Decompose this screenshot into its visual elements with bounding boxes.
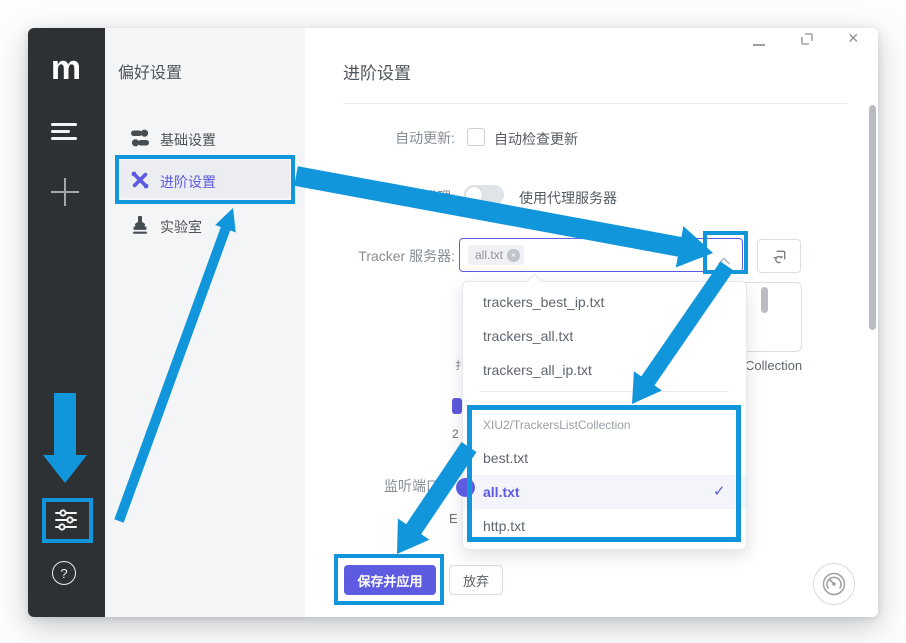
- title-divider: [343, 103, 847, 104]
- hidden-text-fragment: Collection: [745, 358, 802, 373]
- speed-limit-button[interactable]: [813, 563, 855, 605]
- proxy-toggle-label: 使用代理服务器: [519, 188, 617, 208]
- hidden-text-fragment: 2: [452, 427, 459, 441]
- motrix-logo: m: [46, 50, 86, 90]
- preferences-title: 偏好设置: [118, 59, 182, 83]
- refresh-trackers-button[interactable]: [757, 239, 801, 273]
- basic-settings-icon: [130, 128, 150, 148]
- dropdown-item[interactable]: trackers_best_ip.txt: [463, 285, 746, 319]
- auto-update-label: 自动更新:: [375, 128, 455, 148]
- hidden-chip-fragment: [452, 398, 462, 414]
- lab-icon: [130, 215, 150, 235]
- speedometer-icon: [821, 571, 847, 597]
- maximize-restore-icon[interactable]: [801, 32, 813, 44]
- hidden-text-fragment: E: [449, 511, 458, 526]
- annotation-box-settings-icon: [42, 498, 93, 543]
- auto-update-checkbox[interactable]: [467, 128, 485, 146]
- help-icon[interactable]: ?: [52, 561, 76, 585]
- proxy-toggle[interactable]: [464, 185, 504, 205]
- close-icon[interactable]: ×: [848, 28, 859, 49]
- page-title: 进阶设置: [343, 59, 411, 84]
- toggle-knob: [465, 186, 483, 204]
- annotation-box-save-button: [334, 554, 444, 605]
- dropdown-item[interactable]: trackers_all.txt: [463, 319, 746, 353]
- refresh-trackers-icon: [771, 248, 788, 265]
- screenshot-canvas: m: [0, 0, 906, 643]
- dropdown-item[interactable]: trackers_all_ip.txt: [463, 353, 746, 387]
- tag-close-icon[interactable]: ×: [507, 249, 520, 262]
- listen-port-label: 监听端口: [384, 476, 440, 496]
- page-scrollbar[interactable]: [869, 105, 876, 330]
- tracker-select[interactable]: all.txt ×: [459, 238, 743, 272]
- annotation-box-chevron: [703, 231, 748, 274]
- proxy-label: 代理:: [375, 187, 455, 207]
- minimize-icon[interactable]: [753, 44, 765, 46]
- preferences-panel: 偏好设置 基础设置: [105, 28, 305, 617]
- auto-update-checkbox-label: 自动检查更新: [494, 129, 578, 149]
- textarea-scrollbar[interactable]: [761, 287, 768, 313]
- app-window: m: [28, 28, 878, 617]
- annotation-box-advanced-menu: [115, 155, 295, 204]
- dropdown-divider: [479, 391, 729, 392]
- menu-item-label: 基础设置: [160, 130, 216, 150]
- tracker-tag-label: all.txt: [475, 248, 503, 262]
- menu-item-label: 实验室: [160, 217, 202, 237]
- tracker-tag: all.txt ×: [468, 245, 524, 265]
- task-list-icon[interactable]: [50, 123, 78, 143]
- annotation-box-tracker-group: [467, 405, 741, 542]
- tracker-label: Tracker 服务器:: [345, 246, 455, 266]
- discard-button[interactable]: 放弃: [449, 565, 503, 595]
